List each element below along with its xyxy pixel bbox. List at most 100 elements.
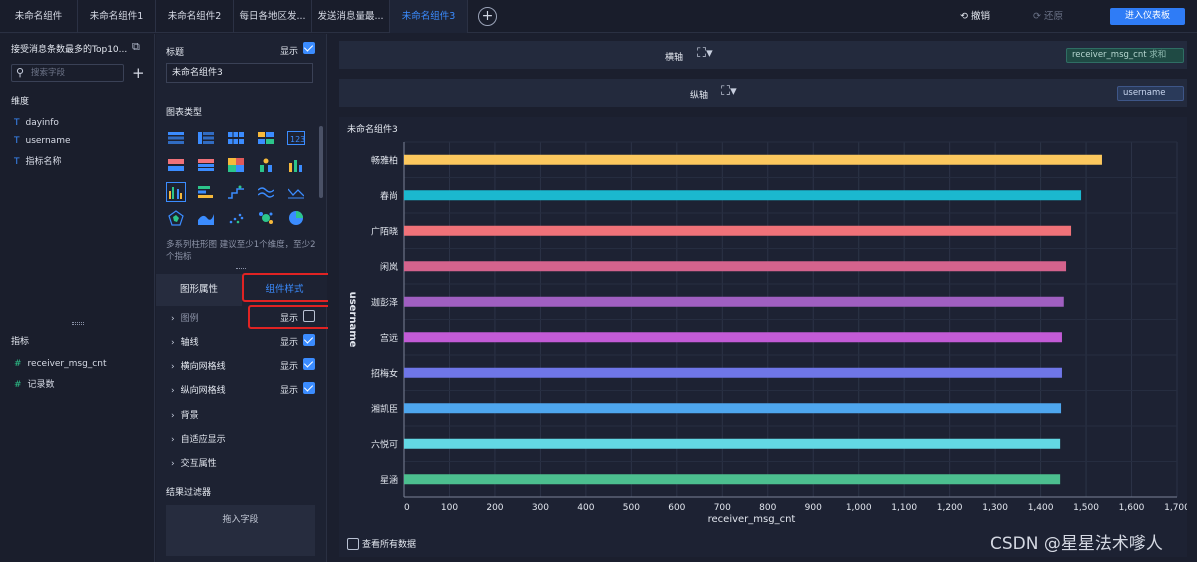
highlight-box [248,305,334,329]
bar [404,261,1067,272]
redo-button[interactable]: ⟳ 还原 [1033,0,1063,33]
dataset-name[interactable]: 接受消息条数最多的Top10... [11,42,127,55]
stacked-bar-icon[interactable] [286,155,306,175]
highlight-box [242,273,332,302]
x-axis-bar[interactable]: 横轴 ⛶▾ receiver_msg_cnt 求和 [339,41,1187,69]
heat-table-icon[interactable] [256,128,276,148]
tree-chart-icon[interactable] [256,155,276,175]
x-axis-label: 横轴 [665,53,684,63]
text-type-icon: T [14,157,20,167]
number-type-icon: # [14,359,22,369]
measure-item[interactable]: # 记录数 [14,377,55,390]
h-grid-show-checkbox[interactable] [303,358,315,370]
tab-component-0[interactable]: 未命名组件 [0,0,78,33]
chart-type-label: 图表类型 [166,108,203,118]
cross-table-icon[interactable] [196,128,216,148]
tab-msg-volume[interactable]: 发送消息量最... [312,0,390,33]
tab-component-2[interactable]: 未命名组件2 [156,0,234,33]
tab-graph-attributes[interactable]: 图形属性 [156,274,242,306]
grid-table-icon[interactable] [226,128,246,148]
v-grid-row[interactable]: › 纵向网格线 [171,383,226,396]
category-label: 六悦可 [371,438,398,450]
add-tab-button[interactable]: + [478,7,497,26]
chevron-right-icon: › [171,459,175,469]
area-chart-icon[interactable] [196,208,216,228]
y-axis-label: 纵轴 [690,91,709,101]
heatmap-icon[interactable] [226,155,246,175]
x-field-pill[interactable]: receiver_msg_cnt 求和 [1066,48,1184,63]
step-line-icon[interactable] [226,182,246,202]
top-tab-bar: 未命名组件 未命名组件1 未命名组件2 每日各地区发... 发送消息量最... … [0,0,1197,33]
background-row[interactable]: › 背景 [171,408,199,421]
calendar-table-icon[interactable] [196,155,216,175]
multi-bar-icon[interactable] [166,182,186,202]
dimension-item[interactable]: Tdayinfo [14,118,59,128]
h-grid-row[interactable]: › 横向网格线 [171,359,226,372]
tab-component-3[interactable]: 未命名组件3 [390,0,468,33]
legend-label: 图例 [180,314,199,324]
kpi-number-icon[interactable]: 123 [286,128,306,148]
y-field-pill[interactable]: username [1117,86,1184,101]
x-tick-label: 300 [532,503,549,513]
legend-row[interactable]: › 图例 [171,311,199,324]
bubble-icon[interactable] [256,208,276,228]
x-tick-label: 1,700 [1164,503,1187,513]
pie-icon[interactable] [286,208,306,228]
radar-icon[interactable] [166,208,186,228]
measure-label: 记录数 [27,380,55,390]
chart-workspace: 横轴 ⛶▾ receiver_msg_cnt 求和 纵轴 ⛶▾ username… [328,34,1197,562]
area-line-icon[interactable] [286,182,306,202]
x-axis-type-icon[interactable]: ⛶▾ [697,46,713,61]
tab-component-1[interactable]: 未命名组件1 [78,0,156,33]
filter-dropzone[interactable]: 拖入字段 [166,505,315,556]
x-tick-label: 1,400 [1028,503,1054,513]
bar [404,332,1062,343]
property-scrollbar[interactable] [319,126,323,198]
table-icon[interactable] [166,128,186,148]
view-all-checkbox[interactable] [347,537,359,550]
axis-show-checkbox[interactable] [303,334,315,346]
dimension-item[interactable]: T 指标名称 [14,154,62,167]
category-label: 迦彭泽 [371,296,398,308]
chevron-right-icon: › [171,362,175,372]
y-axis-bar[interactable]: 纵轴 ⛶▾ username [339,79,1187,107]
resize-handle[interactable] [72,322,84,325]
tab-daily-region[interactable]: 每日各地区发... [234,0,312,33]
measure-label: receiver_msg_cnt [27,359,107,369]
adaptive-row[interactable]: › 自适应显示 [171,432,226,445]
x-tick-label: 200 [486,503,503,513]
y-axis-type-icon[interactable]: ⛶▾ [721,84,737,99]
text-type-icon: T [14,136,20,146]
horizontal-bar-icon[interactable] [196,182,216,202]
x-tick-label: 700 [714,503,731,513]
search-input[interactable] [31,67,121,79]
dimension-item[interactable]: Tusername [14,136,71,146]
dimension-label: username [25,136,71,146]
v-grid-show-checkbox[interactable] [303,382,315,394]
bar [404,474,1061,485]
axis-line-row[interactable]: › 轴线 [171,335,199,348]
color-table-icon[interactable] [166,155,186,175]
category-label: 招梅女 [371,367,398,379]
scatter-icon[interactable] [226,208,246,228]
title-show-checkbox[interactable] [303,42,315,54]
add-field-button[interactable]: + [132,64,145,82]
chart-type-hint: 多系列柱形图 建议至少1个维度，至少2个指标 [166,240,316,262]
measure-item[interactable]: # receiver_msg_cnt [14,359,107,369]
title-input[interactable]: 未命名组件3 [166,63,313,83]
chevron-right-icon: › [171,435,175,445]
h-grid-label: 横向网格线 [180,362,226,372]
view-all-data[interactable]: 查看所有数据 [347,537,416,551]
x-tick-label: 1,500 [1073,503,1099,513]
undo-button[interactable]: ⟲ 撤销 [960,0,990,33]
x-axis-title: receiver_msg_cnt [708,514,796,525]
resize-handle[interactable] [236,268,246,270]
x-tick-label: 1,000 [846,503,872,513]
interaction-row[interactable]: › 交互属性 [171,456,217,469]
h-grid-show-label: 显示 [280,362,299,372]
switch-dataset-icon[interactable]: ⧉ [132,40,140,54]
result-filter-title: 结果过滤器 [166,488,212,498]
multi-line-icon[interactable] [256,182,276,202]
enter-dashboard-button[interactable]: 进入仪表板 [1110,8,1185,25]
bar [404,190,1082,201]
